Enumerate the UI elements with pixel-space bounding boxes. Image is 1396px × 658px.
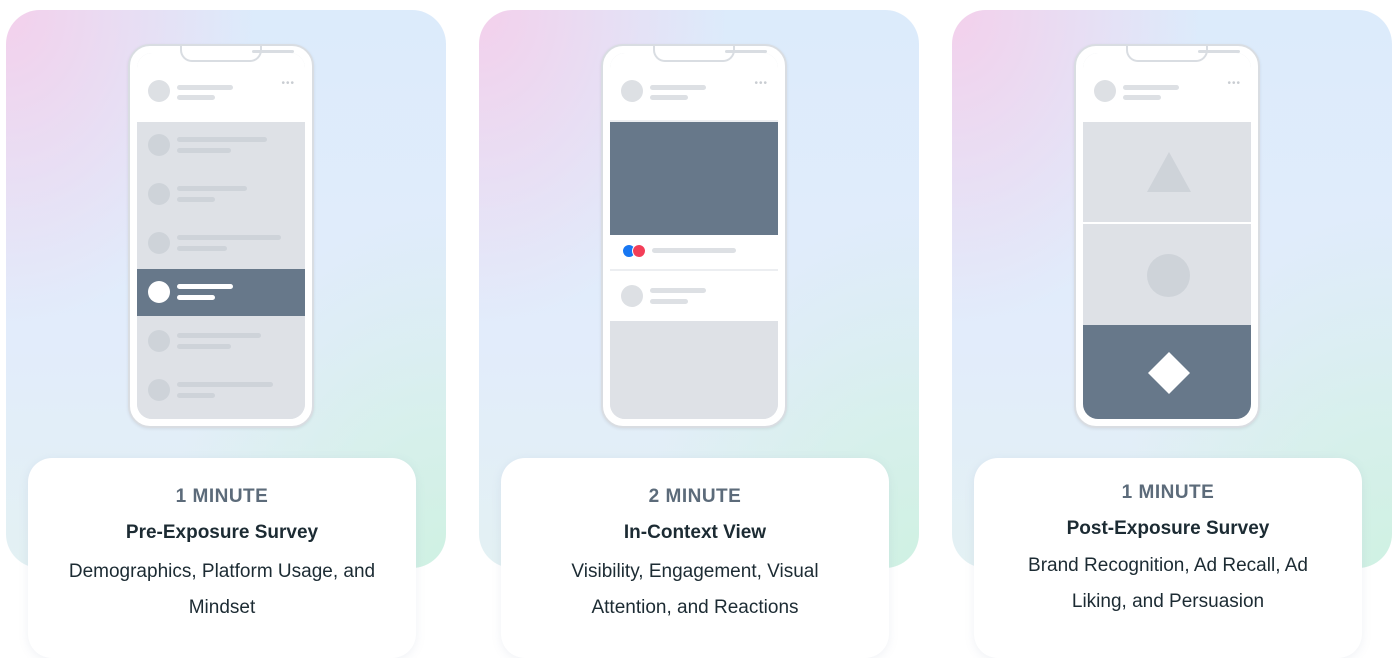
radio-placeholder [148, 134, 170, 156]
phone-mockup: ••• [128, 44, 314, 428]
panel-pre-exposure: ••• 1 MINUTE Pre-Exposure Survey Demogra… [0, 0, 446, 658]
avatar-placeholder [621, 285, 643, 307]
step-title: Post-Exposure Survey [1066, 518, 1270, 539]
shape-option-row-selected [1083, 325, 1251, 419]
post-header: ••• [137, 53, 305, 120]
radio-selected [148, 281, 170, 303]
triangle-icon [1147, 152, 1191, 192]
text-placeholder [650, 288, 706, 293]
text-placeholder [177, 95, 215, 100]
radio-placeholder [148, 232, 170, 254]
post-header: ••• [1083, 53, 1251, 120]
phone-screen: ••• [610, 53, 778, 419]
text-placeholder [177, 197, 215, 202]
shape-option-row [1083, 224, 1251, 325]
row-divider [610, 120, 778, 122]
survey-option-row [137, 367, 305, 419]
step-description: Visibility, Engagement, Visual Attention… [571, 561, 819, 618]
row-divider [1083, 120, 1251, 122]
step-description: Brand Recognition, Ad Recall, Ad Liking,… [1028, 555, 1308, 612]
more-options-icon: ••• [1227, 78, 1241, 89]
avatar-placeholder [621, 80, 643, 102]
text-placeholder [177, 186, 247, 191]
radio-placeholder [148, 379, 170, 401]
duration-label: 1 MINUTE [1121, 482, 1215, 503]
comment-row [610, 271, 778, 321]
text-placeholder [650, 95, 688, 100]
panel-post-exposure: ••• 1 MINUTE Post-Exposure Survey Brand … [946, 0, 1392, 658]
phone-notch [1126, 46, 1240, 62]
duration-label: 1 MINUTE [175, 486, 269, 507]
caption-card: 1 MINUTE Post-Exposure Survey Brand Reco… [974, 458, 1362, 658]
text-placeholder [650, 85, 706, 90]
phone-mockup: ••• [1074, 44, 1260, 428]
phone-screen: ••• [1083, 53, 1251, 419]
ad-media [610, 122, 778, 235]
text-placeholder [1123, 85, 1179, 90]
text-placeholder [177, 393, 215, 398]
text-placeholder [177, 137, 267, 142]
phone-notch [180, 46, 294, 62]
step-title: Pre-Exposure Survey [125, 522, 319, 543]
survey-option-row [137, 318, 305, 365]
diamond-icon [1148, 352, 1190, 394]
step-title: In-Context View [623, 522, 767, 543]
more-options-icon: ••• [281, 78, 295, 89]
radio-placeholder [148, 183, 170, 205]
circle-icon [1147, 254, 1190, 297]
step-description: Demographics, Platform Usage, and Mindse… [68, 561, 376, 618]
survey-option-row [137, 220, 305, 267]
text-placeholder [177, 246, 227, 251]
phone-notch [653, 46, 767, 62]
duration-label: 2 MINUTE [648, 486, 742, 507]
text-placeholder [177, 344, 231, 349]
text-placeholder [177, 284, 233, 289]
caption-card: 1 MINUTE Pre-Exposure Survey Demographic… [28, 458, 416, 658]
shape-option-row [1083, 122, 1251, 222]
survey-option-row [137, 122, 305, 169]
post-header: ••• [610, 53, 778, 120]
text-placeholder [177, 333, 261, 338]
phone-speaker [252, 50, 294, 53]
love-reaction-icon [632, 244, 646, 258]
caption-card: 2 MINUTE In-Context View Visibility, Eng… [501, 458, 889, 658]
text-placeholder [177, 382, 273, 387]
avatar-placeholder [1094, 80, 1116, 102]
phone-speaker [1198, 50, 1240, 53]
text-placeholder [177, 85, 233, 90]
avatar-placeholder [148, 80, 170, 102]
survey-option-row [137, 171, 305, 218]
row-divider [137, 120, 305, 122]
text-placeholder [177, 235, 281, 240]
text-placeholder [650, 299, 688, 304]
phone-screen: ••• [137, 53, 305, 419]
more-options-icon: ••• [754, 78, 768, 89]
phone-mockup: ••• [601, 44, 787, 428]
panel-in-context: ••• 2 MINUTE In-Context View Visibility,… [473, 0, 919, 658]
phone-speaker [725, 50, 767, 53]
empty-feed-area [610, 321, 778, 419]
reactions-row [610, 235, 778, 269]
text-placeholder [652, 248, 736, 253]
survey-option-row-selected [137, 269, 305, 316]
radio-placeholder [148, 330, 170, 352]
text-placeholder [1123, 95, 1161, 100]
text-placeholder [177, 148, 231, 153]
text-placeholder [177, 295, 215, 300]
